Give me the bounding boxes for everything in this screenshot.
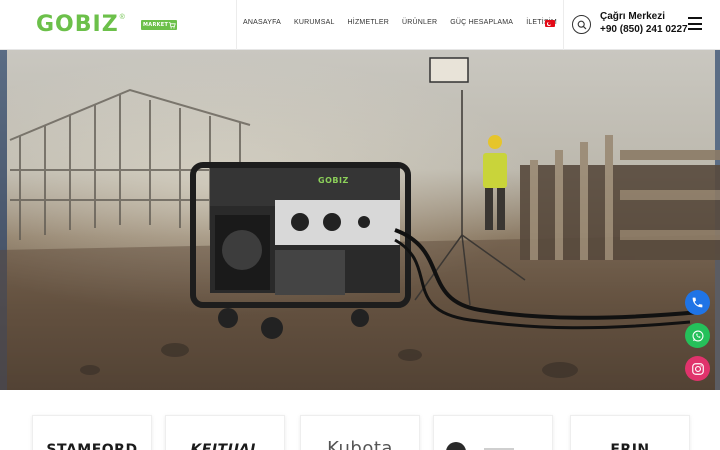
- main-nav: ANASAYFA KURUMSAL HİZMETLER ÜRÜNLER GÜÇ …: [243, 19, 557, 26]
- worker: [483, 135, 507, 230]
- phone-button[interactable]: [685, 290, 710, 315]
- nav-item-home[interactable]: ANASAYFA: [243, 19, 281, 26]
- hero-banner: GOBIZ: [0, 50, 720, 390]
- brands-section: STAMFORD KEITUAL Kubota ERIN: [0, 390, 720, 450]
- logo-text: GOBIZ: [36, 12, 119, 37]
- cart-icon: [168, 22, 176, 29]
- brand-logo-kubota: Kubota: [327, 438, 393, 450]
- nav-item-services[interactable]: HİZMETLER: [348, 19, 389, 26]
- wooden-pallets: [520, 135, 720, 260]
- phone-icon: [692, 297, 703, 308]
- brand-card[interactable]: STAMFORD: [32, 415, 152, 450]
- header-divider: [236, 0, 237, 50]
- whatsapp-icon: [692, 330, 703, 341]
- gobiz-logo[interactable]: GOBIZ ®: [36, 13, 125, 37]
- site-header: GOBIZ ® MARKET ANASAYFA KURUMSAL HİZMETL…: [0, 0, 720, 50]
- brand-logo-erin: ERIN: [610, 442, 650, 450]
- menu-bar: [688, 17, 702, 19]
- instagram-button[interactable]: [685, 356, 710, 381]
- whatsapp-button[interactable]: [685, 323, 710, 348]
- hamburger-menu-icon[interactable]: [688, 17, 702, 30]
- generator-brand-label: GOBIZ: [318, 176, 349, 185]
- brand-logo-keitual: KEITUAL: [190, 442, 260, 450]
- header-divider: [563, 0, 564, 50]
- hero-image: [0, 57, 720, 390]
- brand-logo-stamford: STAMFORD: [46, 442, 138, 450]
- search-icon: [577, 20, 586, 29]
- page: GOBIZ ® MARKET ANASAYFA KURUMSAL HİZMETL…: [0, 0, 720, 450]
- nav-item-power-calc[interactable]: GÜÇ HESAPLAMA: [450, 19, 513, 26]
- brand-card[interactable]: KEITUAL: [165, 415, 285, 450]
- menu-bar: [688, 22, 702, 25]
- brand-card[interactable]: Kubota: [300, 415, 420, 450]
- market-badge[interactable]: MARKET: [141, 20, 177, 30]
- brand-card[interactable]: ERIN: [570, 415, 690, 450]
- call-center-number[interactable]: +90 (850) 241 0227: [600, 24, 688, 35]
- tr-flag-icon[interactable]: [545, 20, 555, 27]
- nav-item-products[interactable]: ÜRÜNLER: [402, 19, 437, 26]
- nav-item-corporate[interactable]: KURUMSAL: [294, 19, 335, 26]
- registered-mark: ®: [119, 13, 125, 21]
- market-badge-label: MARKET: [143, 22, 169, 28]
- menu-bar: [688, 28, 702, 30]
- search-button[interactable]: [572, 15, 591, 34]
- instagram-icon: [691, 362, 704, 375]
- call-center-label: Çağrı Merkezi: [600, 11, 666, 22]
- brand-logo-circle: [446, 442, 514, 450]
- brand-card[interactable]: [433, 415, 553, 450]
